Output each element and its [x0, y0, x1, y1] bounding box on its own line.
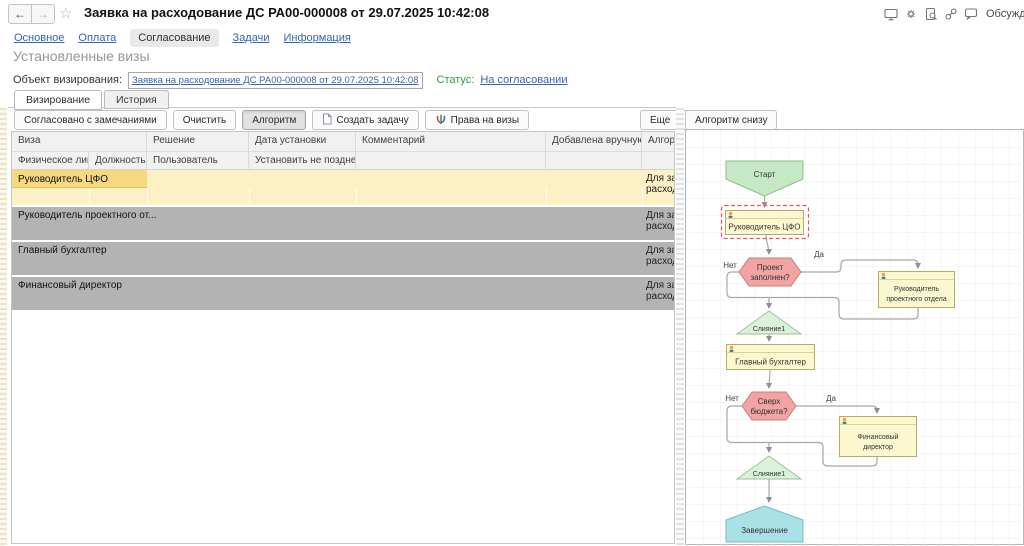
- algorithm-below-button[interactable]: Алгоритм снизу: [685, 110, 777, 130]
- svg-text:Старт: Старт: [754, 170, 776, 179]
- edge-label-no: Нет: [725, 394, 739, 403]
- task-document-icon: [322, 113, 332, 128]
- edge-label-yes: Да: [814, 250, 824, 259]
- col-added-manually[interactable]: Добавлена вручную: [546, 132, 642, 151]
- nav-information[interactable]: Информация: [283, 32, 350, 44]
- svg-text:проектного отдела: проектного отдела: [886, 296, 946, 303]
- object-link[interactable]: Заявка на расходование ДС РА00-000008 от…: [132, 75, 419, 86]
- col-decision[interactable]: Решение: [147, 132, 249, 151]
- col-set-no-later[interactable]: Установить не позднее: [249, 152, 356, 169]
- svg-text:Финансовый: Финансовый: [858, 433, 899, 441]
- object-label: Объект визирования:: [13, 74, 122, 86]
- back-arrow-icon: ←: [14, 8, 26, 20]
- approval-flowchart-panel[interactable]: Старт Руководитель ЦФО Проект заполнен? …: [685, 129, 1024, 545]
- edge-label-no: Нет: [723, 261, 737, 270]
- visa-rights-button[interactable]: Права на визы: [425, 110, 529, 130]
- col-position[interactable]: Должность: [89, 152, 147, 169]
- nav-payment[interactable]: Оплата: [78, 32, 116, 44]
- svg-text:Главный бухгалтер: Главный бухгалтер: [735, 358, 806, 367]
- approve-with-remarks-button[interactable]: Согласовано с замечаниями: [14, 110, 167, 130]
- status-label: Статус:: [437, 74, 475, 86]
- table-row[interactable]: Руководитель ЦФО Для заяв расходов: [12, 170, 674, 205]
- col-comment[interactable]: Комментарий: [356, 132, 546, 151]
- svg-text:Руководитель ЦФО: Руководитель ЦФО: [729, 223, 801, 232]
- page-title: Заявка на расходование ДС РА00-000008 от…: [84, 5, 489, 20]
- svg-text:Слияние1: Слияние1: [753, 326, 786, 333]
- form-heading: Установленные визы: [13, 48, 150, 64]
- clear-button[interactable]: Очистить: [173, 110, 237, 130]
- flow-node-financial-director[interactable]: Финансовый директор: [840, 417, 917, 457]
- svg-text:Сверх: Сверх: [758, 397, 781, 406]
- table-row[interactable]: Финансовый директор Для заяв расходов: [12, 277, 674, 310]
- table-chart-splitter[interactable]: [676, 108, 684, 545]
- forward-button[interactable]: →: [32, 4, 55, 24]
- nav-approval-current[interactable]: Согласование: [130, 29, 218, 47]
- svg-text:Проект: Проект: [757, 263, 784, 272]
- tab-history[interactable]: История: [104, 90, 169, 109]
- nav-tasks[interactable]: Задачи: [233, 32, 270, 44]
- visa-rights-icon: [435, 113, 447, 128]
- open-in-window-icon[interactable]: [884, 7, 898, 21]
- discussions-icon[interactable]: [964, 7, 978, 21]
- flow-node-cfo-head[interactable]: Руководитель ЦФО: [722, 206, 809, 239]
- back-button[interactable]: ←: [8, 4, 32, 24]
- flowchart-grid: [686, 130, 1024, 546]
- favorite-star-icon[interactable]: ☆: [59, 4, 72, 22]
- table-subheader-row: Физическое лицо Должность Пользователь У…: [12, 152, 674, 170]
- history-nav: ← →: [8, 4, 55, 24]
- flow-node-chief-accountant[interactable]: Главный бухгалтер: [727, 345, 815, 370]
- flow-node-over-budget-decision[interactable]: Сверх бюджета?: [742, 392, 796, 420]
- col-date-set[interactable]: Дата установки: [249, 132, 356, 151]
- nav-main[interactable]: Основное: [14, 32, 64, 44]
- table-row[interactable]: Главный бухгалтер Для заяв расходов: [12, 242, 674, 275]
- forward-arrow-icon: →: [37, 8, 49, 20]
- svg-text:Слияние1: Слияние1: [753, 471, 786, 478]
- section-nav: Основное Оплата Согласование Задачи Инфо…: [14, 29, 351, 47]
- object-field[interactable]: Заявка на расходование ДС РА00-000008 от…: [128, 72, 423, 89]
- window-header: ← → ☆ Заявка на расходование ДС РА00-000…: [0, 0, 1024, 28]
- svg-text:Руководитель: Руководитель: [894, 286, 939, 293]
- edge-label-yes: Да: [826, 394, 836, 403]
- status-link[interactable]: На согласовании: [480, 74, 567, 86]
- col-algorithm[interactable]: Алгоритм: [642, 132, 674, 151]
- visa-table: Виза Решение Дата установки Комментарий …: [11, 131, 675, 544]
- svg-text:Завершение: Завершение: [741, 526, 788, 535]
- table-row[interactable]: Руководитель проектного от... Для заяв р…: [12, 207, 674, 240]
- svg-text:бюджета?: бюджета?: [750, 407, 788, 416]
- svg-text:заполнен?: заполнен?: [750, 273, 790, 282]
- left-splitter[interactable]: [0, 108, 7, 545]
- table-header-row: Виза Решение Дата установки Комментарий …: [12, 132, 674, 152]
- col-user[interactable]: Пользователь: [147, 152, 249, 169]
- col-visa[interactable]: Виза: [12, 132, 147, 151]
- document-search-icon[interactable]: [924, 7, 938, 21]
- svg-text:директор: директор: [863, 444, 893, 451]
- settings-gear-icon[interactable]: [904, 7, 918, 21]
- col-person[interactable]: Физическое лицо: [12, 152, 89, 169]
- algorithm-button[interactable]: Алгоритм: [242, 110, 306, 130]
- tab-vising[interactable]: Визирование: [14, 90, 102, 110]
- discussions-label[interactable]: Обсуждения: [986, 8, 1024, 20]
- create-task-button[interactable]: Создать задачу: [312, 110, 418, 130]
- flow-node-project-dept-head[interactable]: Руководитель проектного отдела: [879, 272, 955, 308]
- get-link-icon[interactable]: [944, 7, 958, 21]
- flow-node-project-filled-decision[interactable]: Проект заполнен?: [739, 258, 801, 286]
- visa-toolbar: Согласовано с замечаниями Очистить Алгор…: [14, 110, 529, 130]
